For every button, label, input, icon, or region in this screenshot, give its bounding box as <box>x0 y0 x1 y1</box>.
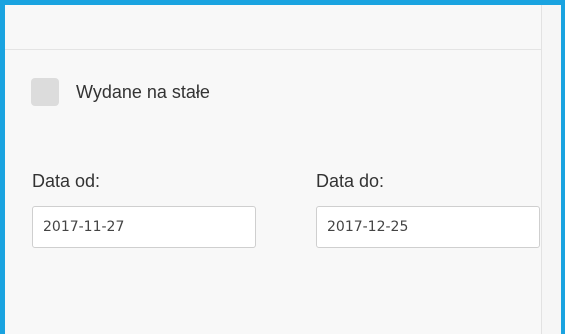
permanent-issue-label: Wydane na stałe <box>76 82 210 102</box>
panel-side-strip <box>541 5 561 334</box>
date-to-field: Data do: <box>316 170 540 248</box>
permanent-issue-row[interactable]: Wydane na stałe <box>31 78 210 106</box>
panel-header <box>5 5 541 50</box>
panel-frame <box>0 0 565 334</box>
date-from-input[interactable] <box>32 206 256 248</box>
permanent-issue-checkbox[interactable] <box>31 78 59 106</box>
date-from-label: Data od: <box>32 171 101 191</box>
date-to-label: Data do: <box>316 171 385 191</box>
date-to-input[interactable] <box>316 206 540 248</box>
date-from-field: Data od: <box>32 170 256 248</box>
